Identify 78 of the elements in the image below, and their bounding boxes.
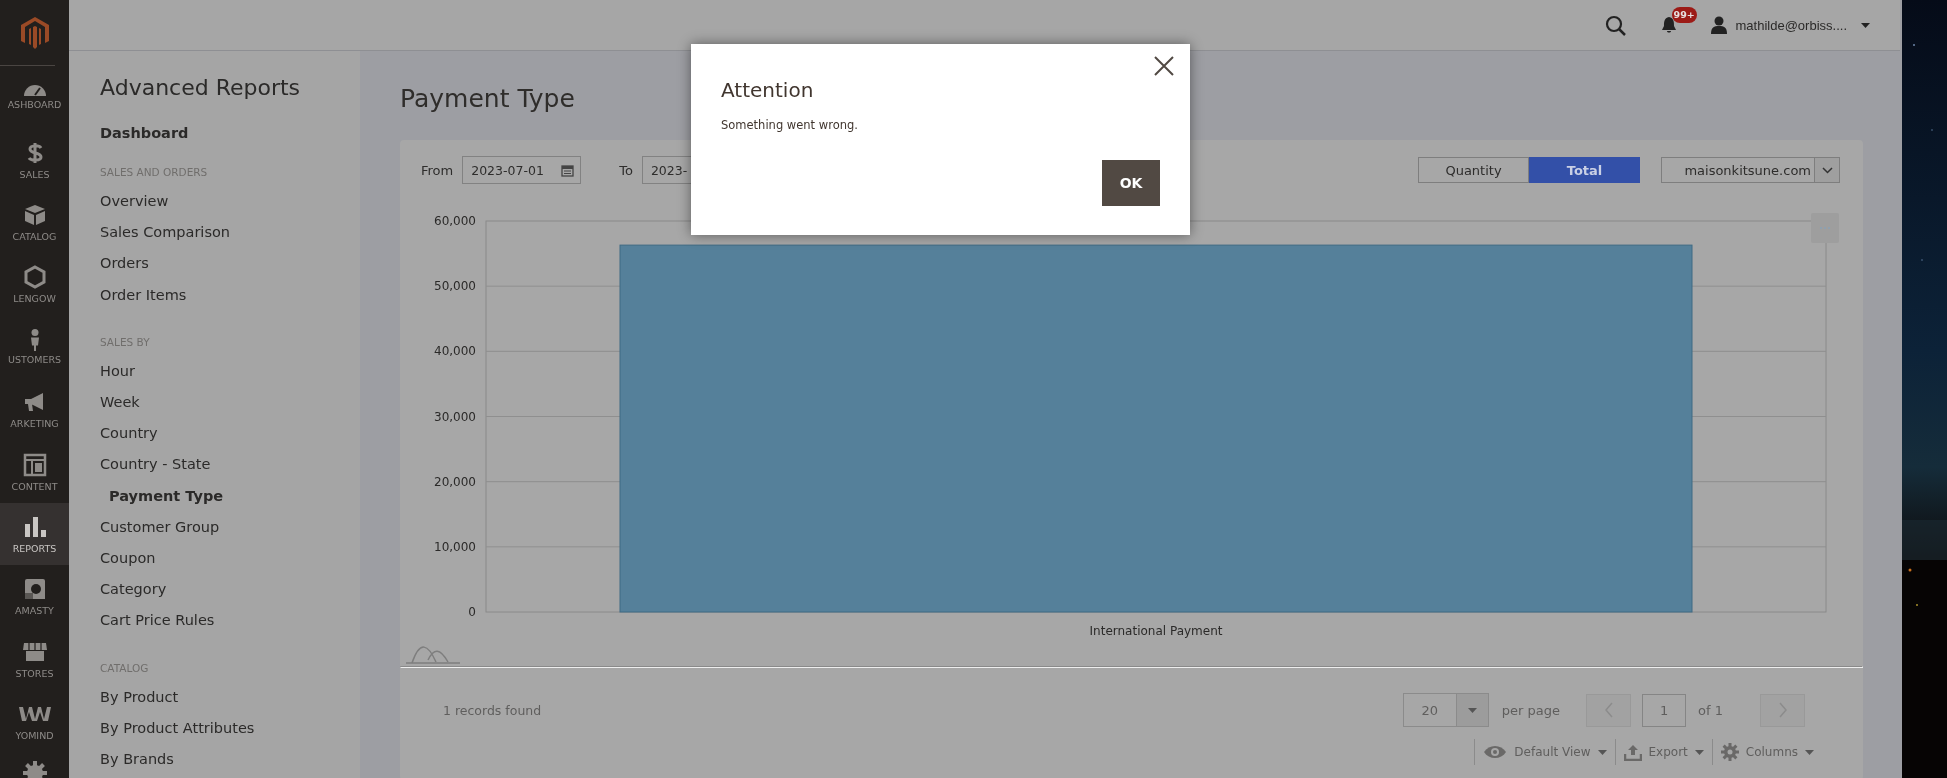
nav-item[interactable]: LENGOW — [0, 253, 69, 316]
records-count: 1 records found — [443, 702, 542, 718]
per-page-label: per page — [1501, 702, 1561, 718]
logo-icon[interactable] — [19, 15, 50, 50]
sidebar-item[interactable]: Category — [100, 574, 360, 606]
axis-label: 30,000 — [434, 409, 476, 424]
close-icon — [1154, 56, 1174, 76]
bell-icon — [1659, 16, 1678, 34]
chevron-down-icon — [1821, 166, 1833, 174]
nav-item[interactable]: ARKETING — [0, 377, 69, 441]
sidebar-item[interactable]: Payment Type — [100, 480, 360, 512]
eye-icon — [1483, 744, 1508, 760]
sidebar-item[interactable]: By Product Attributes — [100, 712, 360, 745]
gear-icon — [21, 760, 48, 778]
section-heading: SALES AND ORDERS — [100, 165, 209, 179]
sidebar-link[interactable]: Dashboard — [100, 123, 360, 143]
nav-item[interactable]: REPORTS — [0, 502, 69, 566]
notifications-button[interactable] — [1659, 16, 1678, 34]
dialog-title: Attention — [721, 77, 815, 104]
category-label: International Payment — [1089, 624, 1223, 638]
axis-label: 40,000 — [434, 344, 476, 359]
page-count: of 1 — [1698, 702, 1723, 718]
axis-label: 0 — [468, 605, 476, 619]
calendar-icon — [561, 163, 575, 177]
caret-icon — [1597, 749, 1607, 755]
axis-label: 10,000 — [434, 539, 476, 554]
section-heading: CATALOG — [100, 660, 150, 675]
nav-item[interactable]: YOMIND — [0, 689, 69, 753]
sidebar-item[interactable]: Country - State — [100, 449, 360, 481]
toggle-option[interactable]: Quantity — [1418, 157, 1529, 183]
nav-item[interactable]: SALES — [0, 128, 69, 191]
nav-item[interactable]: CATALOG — [0, 190, 69, 254]
axis-label: 50,000 — [434, 279, 476, 294]
sidebar-item[interactable]: Customer Group — [100, 511, 360, 544]
user-icon — [1709, 16, 1728, 34]
sidebar-item[interactable]: Week — [100, 387, 360, 419]
layout-icon — [21, 451, 48, 478]
caret-icon — [1694, 749, 1704, 755]
sidebar-item[interactable]: Coupon — [100, 543, 360, 575]
sidebar-item[interactable]: Orders — [100, 248, 360, 280]
sidebar-item[interactable]: Country — [100, 418, 360, 450]
field-label: To — [619, 162, 633, 178]
sidebar-item[interactable]: Cart Price Rules — [100, 605, 360, 637]
upload-icon — [1623, 743, 1642, 761]
nav-item[interactable]: CONTENT — [0, 440, 69, 503]
field-label: From — [421, 162, 454, 178]
nav-item[interactable]: ASHBOARD — [0, 66, 69, 129]
sidebar-item[interactable]: Hour — [100, 355, 360, 387]
caret-icon — [1805, 749, 1814, 755]
dialog-message: Something went wrong. — [721, 118, 859, 132]
search-icon — [1604, 14, 1626, 36]
axis-label: 20,000 — [434, 474, 476, 489]
sparkline-icon[interactable] — [405, 646, 461, 664]
sidebar-item[interactable]: By Brands — [100, 744, 360, 776]
section-heading: SALES BY — [100, 334, 151, 349]
nav-item[interactable]: AMASTY — [0, 565, 69, 628]
person-icon — [30, 328, 39, 351]
notification-badge: 99+ — [1671, 7, 1697, 23]
ok-button[interactable]: OK — [1102, 160, 1160, 206]
caret-icon — [1467, 707, 1477, 713]
gauge-icon — [23, 84, 46, 96]
gear-icon — [1720, 743, 1739, 761]
date-field[interactable]: 2023-07-01 — [462, 156, 582, 184]
nav-item[interactable]: STORES — [0, 627, 69, 690]
search-button[interactable] — [1604, 14, 1626, 36]
store-select[interactable]: maisonkitsune.com — [1661, 157, 1840, 183]
sidebar-title: Advanced Reports — [100, 74, 302, 102]
user-menu[interactable]: mathilde@orbiss.... — [1709, 16, 1870, 34]
toggle-option[interactable]: Total — [1529, 157, 1640, 183]
sidebar-item[interactable]: By Product — [100, 681, 360, 713]
page-title: Payment Type — [400, 83, 575, 115]
sidebar-item[interactable]: Overview — [100, 186, 360, 218]
sidebar-item[interactable]: Order Items — [100, 279, 360, 311]
close-button[interactable] — [1152, 54, 1176, 78]
nav-item[interactable]: USTOMERS — [0, 315, 69, 378]
caret-icon — [1861, 22, 1870, 28]
sidebar-item[interactable]: Sales Comparison — [100, 217, 360, 249]
axis-label: 60,000 — [434, 214, 476, 228]
